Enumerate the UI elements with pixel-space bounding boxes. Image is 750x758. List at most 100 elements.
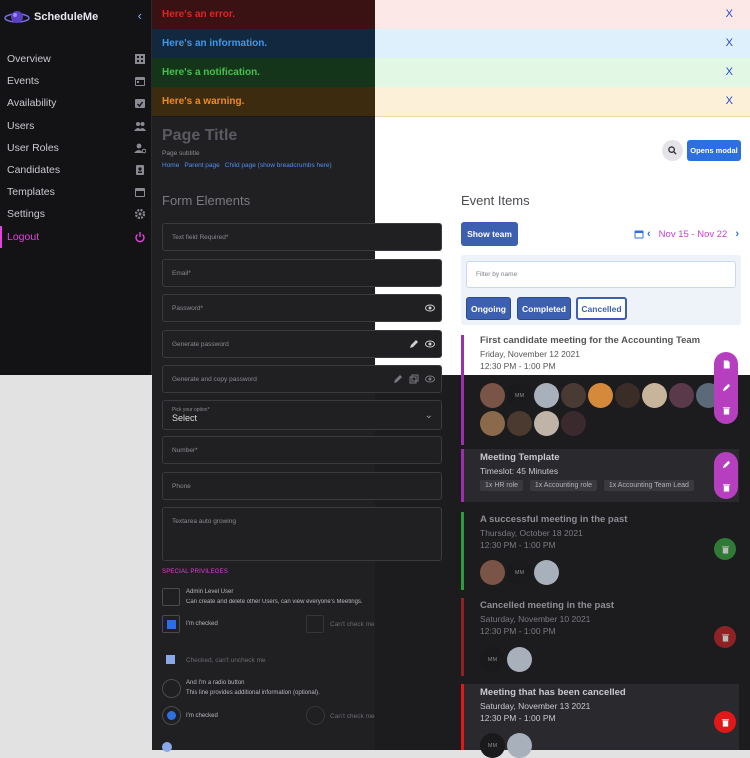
avatar[interactable] <box>561 383 586 408</box>
avatar[interactable] <box>534 411 559 436</box>
form-section-title: Form Elements <box>162 193 251 208</box>
avatar[interactable] <box>642 383 667 408</box>
sidebar-item-logout[interactable]: Logout <box>0 225 152 248</box>
show-team-button[interactable]: Show team <box>461 222 518 246</box>
document-button[interactable] <box>715 353 737 375</box>
template-card[interactable]: Meeting Template Timeslot: 45 Minutes 1x… <box>461 449 739 502</box>
avatar[interactable] <box>507 411 532 436</box>
eye-icon[interactable] <box>425 303 435 313</box>
password-placeholder: Password* <box>172 304 204 312</box>
eye-icon[interactable] <box>425 374 435 384</box>
password-field[interactable]: Password* <box>162 294 442 322</box>
chevron-left-icon[interactable]: ‹ <box>647 228 651 240</box>
chevron-right-icon[interactable]: › <box>735 228 739 240</box>
sidebar-item-users[interactable]: Users <box>0 115 152 137</box>
disabled-radio[interactable] <box>306 706 325 725</box>
avatar[interactable] <box>507 733 532 758</box>
avatar[interactable]: MM <box>480 647 505 672</box>
filter-completed[interactable]: Completed <box>517 297 571 320</box>
chevron-left-icon[interactable]: ‹ <box>138 8 142 23</box>
filter-cancelled[interactable]: Cancelled <box>576 297 627 320</box>
close-icon[interactable]: X <box>726 8 733 20</box>
textarea-field[interactable]: Textarea auto growing <box>162 507 442 561</box>
trash-icon <box>722 483 730 492</box>
breadcrumb-parent[interactable]: Parent page <box>184 162 219 169</box>
pencil-icon <box>722 460 730 468</box>
event-time: 12:30 PM - 1:00 PM <box>480 626 556 636</box>
copy-icon[interactable] <box>409 374 419 384</box>
delete-button[interactable] <box>714 626 736 648</box>
sidebar-item-candidates[interactable]: Candidates <box>0 159 152 181</box>
disabled-checkbox[interactable] <box>306 615 324 633</box>
avatar[interactable]: MM <box>480 733 505 758</box>
checked-checkbox[interactable] <box>162 615 180 633</box>
avatar[interactable] <box>615 383 640 408</box>
trash-icon <box>722 406 730 415</box>
avatar[interactable] <box>669 383 694 408</box>
checked-radio[interactable] <box>162 706 181 725</box>
breadcrumb-home[interactable]: Home <box>162 162 179 169</box>
event-date: Saturday, November 10 2021 <box>480 614 591 624</box>
search-button[interactable] <box>662 140 683 161</box>
attendee-avatars-row-2 <box>480 411 586 436</box>
attendee-avatars: MM <box>480 560 559 585</box>
avatar[interactable] <box>561 411 586 436</box>
role-chip: 1x HR role <box>480 480 524 491</box>
delete-button[interactable] <box>715 399 737 421</box>
events-title: Event Items <box>461 193 530 208</box>
event-time: 12:30 PM - 1:00 PM <box>480 713 556 723</box>
avatar[interactable] <box>534 383 559 408</box>
edit-button[interactable] <box>715 453 737 475</box>
attendee-avatars: MM <box>480 733 532 758</box>
delete-button[interactable] <box>715 476 737 498</box>
filter-input[interactable]: Filter by name <box>466 261 736 288</box>
avatar[interactable] <box>480 560 505 585</box>
sidebar: ScheduleMe ‹ Overview Events Availabilit… <box>0 0 152 375</box>
number-field[interactable]: Number* <box>162 436 442 464</box>
close-icon[interactable]: X <box>726 37 733 49</box>
generate-password-placeholder: Generate password <box>172 340 229 348</box>
brand[interactable]: ScheduleMe ‹ <box>4 5 150 29</box>
edit-button[interactable] <box>715 376 737 398</box>
locked-checkbox[interactable] <box>162 651 180 669</box>
sidebar-item-availability[interactable]: Availability <box>0 92 152 114</box>
close-icon[interactable]: X <box>726 66 733 78</box>
avatar[interactable]: MM <box>507 560 532 585</box>
sidebar-item-events[interactable]: Events <box>0 70 152 92</box>
generate-copy-password-field[interactable]: Generate and copy password <box>162 365 442 393</box>
avatar[interactable]: MM <box>507 383 532 408</box>
close-icon[interactable]: X <box>726 95 733 107</box>
admin-checkbox[interactable] <box>162 588 180 606</box>
delete-button[interactable] <box>714 711 736 733</box>
open-modal-button[interactable]: Opens modal <box>687 140 741 161</box>
sidebar-item-settings[interactable]: Settings <box>0 203 152 225</box>
admin-description: Can create and delete other Users, can v… <box>186 599 363 605</box>
delete-button[interactable] <box>714 538 736 560</box>
event-timeslot: Timeslot: 45 Minutes <box>480 466 559 476</box>
avatar[interactable] <box>507 647 532 672</box>
avatar[interactable] <box>588 383 613 408</box>
avatar[interactable] <box>480 411 505 436</box>
avatar[interactable] <box>480 383 505 408</box>
calendar-icon[interactable] <box>634 229 644 239</box>
sidebar-item-templates[interactable]: Templates <box>0 181 152 203</box>
eye-icon[interactable] <box>425 339 435 349</box>
breadcrumb-child[interactable]: Child page (show breadcrumbs here) <box>225 162 332 169</box>
role-chips: 1x HR role 1x Accounting role 1x Account… <box>480 479 739 491</box>
pencil-icon[interactable] <box>393 374 403 384</box>
radio-button[interactable] <box>162 679 181 698</box>
avatar[interactable] <box>534 560 559 585</box>
phone-field[interactable]: Phone <box>162 472 442 500</box>
filter-ongoing[interactable]: Ongoing <box>466 297 511 320</box>
partial-radio[interactable] <box>162 742 172 752</box>
sidebar-item-user-roles[interactable]: User Roles <box>0 137 152 159</box>
generate-password-field[interactable]: Generate password <box>162 330 442 358</box>
event-title: A successful meeting in the past <box>480 514 628 525</box>
pencil-icon[interactable] <box>409 339 419 349</box>
cant-check-label: Can't check me <box>330 621 375 628</box>
email-field[interactable]: Email* <box>162 259 442 287</box>
sidebar-item-overview[interactable]: Overview <box>0 48 152 70</box>
text-field[interactable]: Text field Required* <box>162 223 442 251</box>
option-select[interactable]: Pick your option* Select ⌄ <box>162 400 442 430</box>
toast-notification: Here's a notification. X <box>152 58 750 88</box>
